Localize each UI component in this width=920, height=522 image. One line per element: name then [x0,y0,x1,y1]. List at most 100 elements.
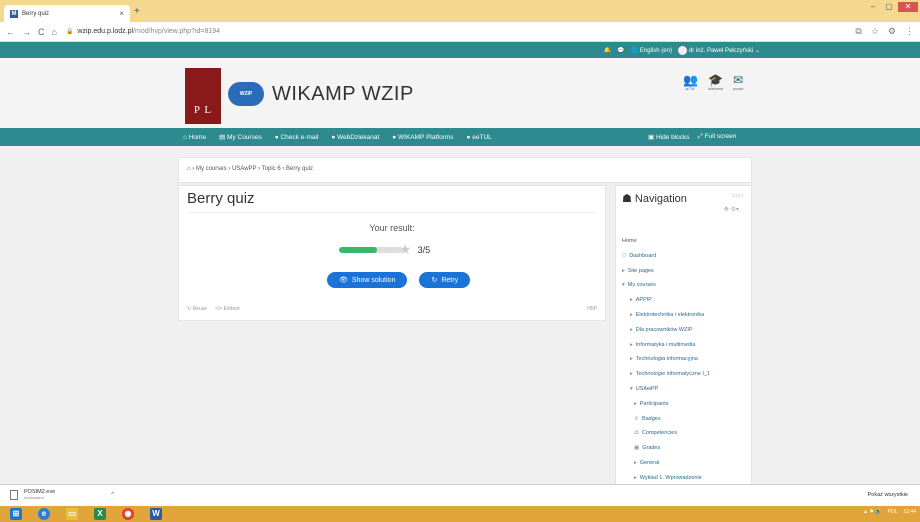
forward-icon[interactable]: → [22,27,31,37]
navigation-item-icon: ⚖ [634,430,639,437]
home-icon[interactable]: ⌂ [52,27,57,37]
bookmark-star-icon[interactable]: ☆ [871,26,879,37]
download-item[interactable]: POSIM2.exe Anulowano ^ [10,489,114,500]
navigation-item-label: Dashboard [629,252,657,259]
moodle-top-bar: 🔔 💬 🌐 English (en) dr inż. Paweł Pełczyń… [0,42,920,58]
nav-webdziekanat[interactable]: ● WebDziekanat [331,134,379,141]
navigation-item-icon: ▸ [634,459,637,466]
windows-start-icon[interactable]: ⊞ [10,508,22,520]
full-screen-button[interactable]: ⤢ Full screen [698,133,737,141]
header-link-dziekanat[interactable]: 🎓 dziekanat [708,73,723,91]
navigation-item[interactable]: ▸ Dla pracowników WZIP [622,323,710,338]
retry-icon: ↻ [431,277,438,284]
navigation-item-label: APPIP [635,297,652,304]
header-link-label: poczta [732,87,744,91]
new-tab-button[interactable]: + [134,6,140,17]
navigation-item[interactable]: ♕ Badges [622,412,710,427]
maximize-button[interactable]: ▢ [882,2,896,12]
navigation-item[interactable]: ▾ USAwPP [622,382,710,397]
language-menu[interactable]: 🌐 English (en) [631,47,672,54]
word-icon[interactable]: W [150,508,162,520]
notifications-icon[interactable]: 🔔 [604,47,611,54]
navigation-item[interactable]: ▾ My courses [622,278,710,293]
dock-block-icon[interactable]: ▭▭ [732,192,743,199]
navigation-item[interactable]: ▸ General [622,456,710,471]
nav-my-courses[interactable]: ▤ My Courses [219,133,262,141]
excel-icon[interactable]: X [94,508,106,520]
header-link-prtul[interactable]: 👥 prTUL [683,73,698,91]
input-language[interactable]: POL [887,509,897,515]
header-link-label: prTUL [685,87,696,91]
navigation-item-label: Competencies [641,430,678,437]
clock[interactable]: 12:44 [903,509,916,515]
breadcrumb-path[interactable]: › My courses › USAwPP › Topic 6 › Berry … [192,166,313,172]
navigation-item[interactable]: ▸ Technologia informacyjna [622,352,710,367]
nav-eetul[interactable]: ● eeTUL [467,134,492,141]
navigation-item[interactable]: ▦ Grades [622,441,710,456]
navigation-item[interactable]: ▸ Site pages [622,264,710,279]
reuse-button[interactable]: ↻ Reuse [187,306,207,312]
navigation-item[interactable]: ▸ Wykład 1. Wprowadzenie [622,471,710,484]
nav-label: WebDziekanat [337,133,380,141]
extension-icon[interactable]: ⚙ [888,26,896,37]
user-menu[interactable]: dr inż. Paweł Pełczyński ⌄ [677,45,760,55]
chrome-icon[interactable]: ◉ [122,508,134,520]
translate-icon[interactable]: ⧉ [855,26,861,37]
navigation-item-icon: ▸ [634,400,637,407]
tray-icons[interactable]: ▲ ⚑ 🔊 [863,509,881,515]
minimize-button[interactable]: – [866,2,880,12]
navigation-item[interactable]: ▽ Dashboard [622,249,710,264]
chevron-up-icon[interactable]: ^ [111,492,114,498]
messages-icon[interactable]: 💬 [617,47,624,54]
internet-explorer-icon[interactable]: e [38,508,50,520]
university-logo[interactable]: P L [185,68,221,124]
embed-button[interactable]: </> Embed [215,306,239,312]
navigation-item[interactable]: ▸ Elektrotechnika i elektronika [622,308,710,323]
system-tray: ▲ ⚑ 🔊 POL 12:44 [863,509,916,515]
navigation-item[interactable]: ▸ Participants [622,397,710,412]
navigation-item-label: Site pages [627,267,654,274]
eye-icon: 👁 [339,277,348,284]
nav-label: Home [188,133,207,141]
navigation-item-label: Technologie informatyczne I_1 [635,371,711,378]
navigation-item-icon: ♕ [634,415,639,422]
nav-check-email[interactable]: ● Check e-mail [275,134,319,141]
h5p-quiz-result: Your result: ★ 3/5 👁 Show solution ↻ Ret… [187,212,597,304]
browser-tab[interactable]: M Berry quiz × [4,5,130,22]
navigation-item-icon: ▸ [630,311,633,318]
navigation-item-icon: ▸ [630,326,633,333]
browser-actions: ⧉ ☆ ⚙ ⋮ [855,26,914,37]
score-value: 3/5 [417,244,431,255]
reuse-label: Reuse [192,306,208,312]
show-all-downloads[interactable]: Pokaż wszystkie [868,492,908,498]
nav-label: eeTUL [472,133,492,141]
navigation-item[interactable]: ▸ Technologie informatyczne I_1 [622,367,710,382]
navigation-item-icon: ▸ [630,371,633,378]
back-icon[interactable]: ← [6,27,15,37]
navigation-item-label: Grades [642,445,661,452]
nav-home[interactable]: ⌂ Home [183,134,206,141]
navigation-item[interactable]: ▸ Informatyka i multimedia [622,338,710,353]
header-link-poczta[interactable]: ✉ poczta [733,73,743,91]
url-field[interactable]: wzip.edu.p.lodz.pl/mod/hvp/view.php?id=8… [77,28,220,35]
retry-button[interactable]: ↻ Retry [419,272,471,288]
show-solution-button[interactable]: 👁 Show solution [327,272,408,288]
navigation-item-icon: ▾ [622,282,625,289]
close-window-button[interactable]: ✕ [898,2,918,12]
score-row: ★ 3/5 [339,241,430,258]
navigation-item-label: Badges [641,415,661,422]
url-host: wzip.edu.p.lodz.pl [77,28,134,35]
navigation-item[interactable]: ▸ APPIP [622,293,710,308]
h5p-brand[interactable]: H5P [587,306,597,312]
file-explorer-icon[interactable]: ▭ [66,508,78,520]
breadcrumb-home-icon[interactable]: ⌂ [187,166,191,172]
menu-icon[interactable]: ⋮ [905,26,914,37]
site-name[interactable]: WIKAMP WZIP [272,83,414,106]
nav-wikamp-platforms[interactable]: ● WIKAMP Platforms [392,134,453,141]
navigation-item[interactable]: ⚖ Competencies [622,426,710,441]
tab-close-icon[interactable]: × [119,9,124,18]
hide-blocks-button[interactable]: ▣ Hide blocks [648,133,690,141]
navigation-item[interactable]: Home [622,234,710,249]
reload-icon[interactable]: C [38,27,45,37]
block-settings-icon[interactable]: ✥ ⚙▾ [724,206,739,213]
